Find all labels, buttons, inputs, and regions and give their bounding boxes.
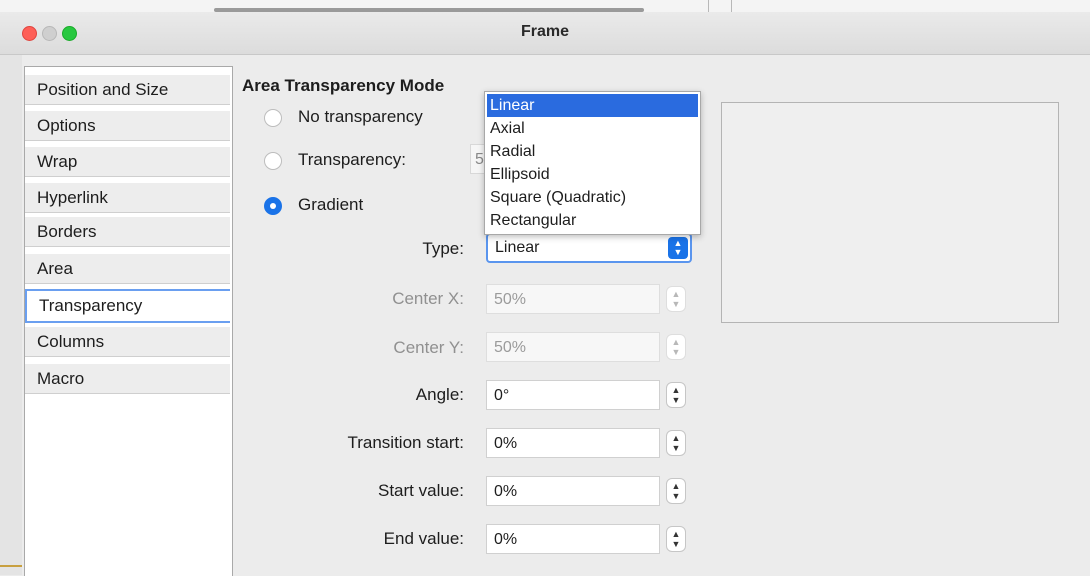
dropdown-option-square[interactable]: Square (Quadratic) bbox=[487, 186, 698, 209]
sidebar-item-position-and-size[interactable]: Position and Size bbox=[25, 75, 230, 105]
center-x-label: Center X: bbox=[392, 289, 464, 308]
transition-start-field[interactable]: 0% bbox=[486, 428, 660, 458]
transparency-value-field[interactable]: 5 bbox=[470, 144, 484, 174]
dropdown-option-ellipsoid[interactable]: Ellipsoid bbox=[487, 163, 698, 186]
dropdown-option-axial[interactable]: Axial bbox=[487, 117, 698, 140]
transition-start-stepper-icon[interactable]: ▲ ▼ bbox=[666, 430, 686, 456]
background-divider bbox=[708, 0, 709, 12]
start-value-stepper-icon[interactable]: ▲ ▼ bbox=[666, 478, 686, 504]
sidebar-item-area[interactable]: Area bbox=[25, 254, 230, 284]
sidebar-item-hyperlink[interactable]: Hyperlink bbox=[25, 183, 230, 213]
type-dropdown-menu: Linear Axial Radial Ellipsoid Square (Qu… bbox=[484, 91, 701, 235]
radio-button[interactable] bbox=[264, 152, 282, 170]
start-value-field[interactable]: 0% bbox=[486, 476, 660, 506]
type-select[interactable]: Linear ▲ ▼ bbox=[486, 233, 692, 263]
radio-label: No transparency bbox=[298, 107, 423, 126]
transition-start-label: Transition start: bbox=[347, 433, 464, 452]
sidebar-item-columns[interactable]: Columns bbox=[25, 327, 230, 357]
end-value-label: End value: bbox=[383, 529, 464, 548]
center-y-label: Center Y: bbox=[393, 338, 464, 357]
center-x-field[interactable]: 50% bbox=[486, 284, 660, 314]
radio-button-selected[interactable] bbox=[264, 197, 282, 215]
sidebar-item-macro[interactable]: Macro bbox=[25, 364, 230, 394]
center-x-stepper-icon[interactable]: ▲ ▼ bbox=[666, 286, 686, 312]
center-y-field[interactable]: 50% bbox=[486, 332, 660, 362]
chevron-up-down-icon[interactable]: ▲ ▼ bbox=[668, 237, 688, 259]
type-label: Type: bbox=[422, 239, 464, 258]
angle-field[interactable]: 0° bbox=[486, 380, 660, 410]
angle-stepper-icon[interactable]: ▲ ▼ bbox=[666, 382, 686, 408]
title-bar: Frame bbox=[0, 12, 1090, 55]
end-value-field[interactable]: 0% bbox=[486, 524, 660, 554]
start-value-label: Start value: bbox=[378, 481, 464, 500]
background-window-strip bbox=[0, 0, 1090, 12]
background-window-edge bbox=[0, 55, 22, 575]
sidebar-item-wrap[interactable]: Wrap bbox=[25, 147, 230, 177]
center-y-stepper-icon[interactable]: ▲ ▼ bbox=[666, 334, 686, 360]
background-edge-mark bbox=[0, 565, 22, 567]
background-divider bbox=[731, 0, 732, 12]
section-title: Area Transparency Mode bbox=[242, 76, 445, 95]
category-sidebar: Position and Size Options Wrap Hyperlink… bbox=[24, 66, 233, 576]
angle-label: Angle: bbox=[415, 385, 464, 404]
dropdown-option-linear[interactable]: Linear bbox=[487, 94, 698, 117]
gradient-preview bbox=[721, 102, 1059, 323]
sidebar-item-transparency[interactable]: Transparency bbox=[25, 289, 230, 323]
type-select-value: Linear bbox=[495, 239, 540, 256]
dropdown-option-radial[interactable]: Radial bbox=[487, 140, 698, 163]
radio-label: Transparency: bbox=[298, 150, 407, 169]
window-title: Frame bbox=[520, 23, 570, 40]
radio-button[interactable] bbox=[264, 109, 282, 127]
dropdown-option-rectangular[interactable]: Rectangular bbox=[487, 209, 698, 232]
radio-label: Gradient bbox=[298, 195, 364, 214]
sidebar-item-borders[interactable]: Borders bbox=[25, 217, 230, 247]
sidebar-item-options[interactable]: Options bbox=[25, 111, 230, 141]
end-value-stepper-icon[interactable]: ▲ ▼ bbox=[666, 526, 686, 552]
